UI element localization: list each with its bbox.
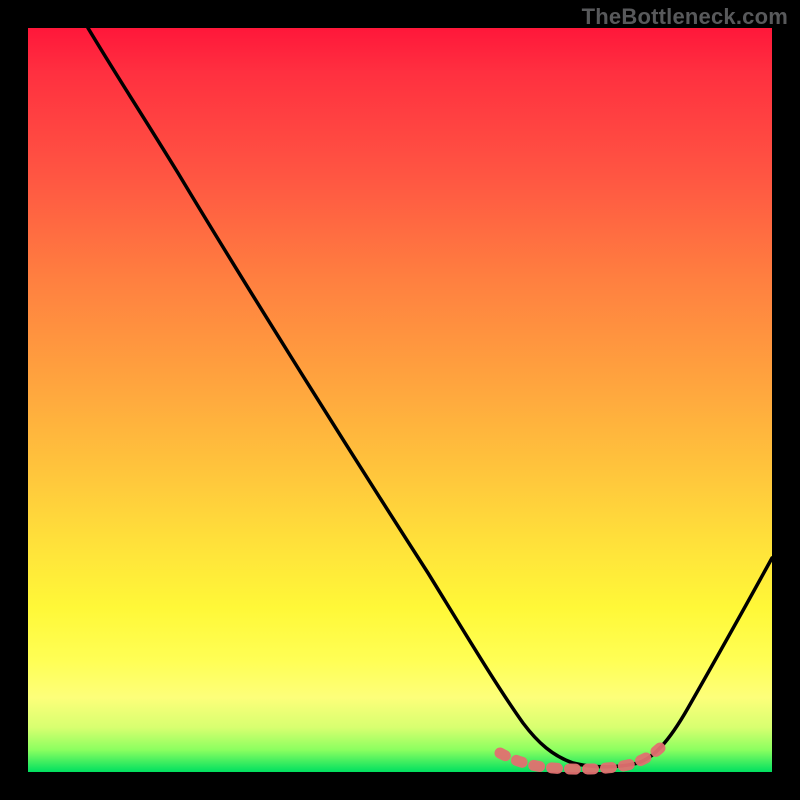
bottleneck-curve-line	[88, 28, 772, 767]
watermark-text: TheBottleneck.com	[582, 4, 788, 30]
plot-area	[28, 28, 772, 772]
chart-container: TheBottleneck.com	[0, 0, 800, 800]
chart-svg	[28, 28, 772, 772]
